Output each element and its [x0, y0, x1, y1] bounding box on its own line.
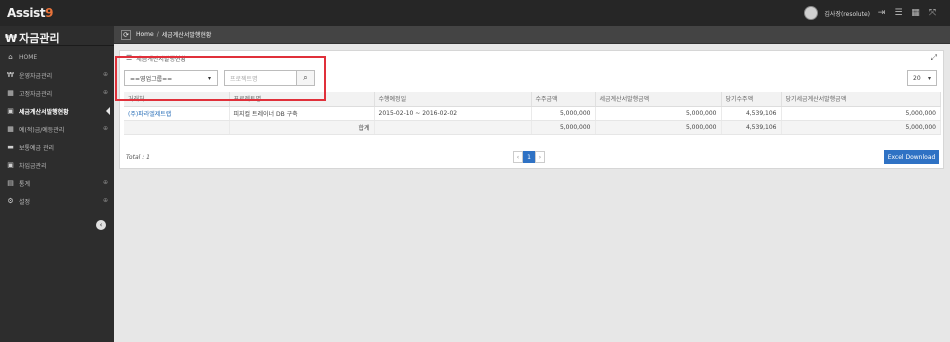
expand-panel-icon[interactable]: ⤢: [931, 53, 937, 63]
refresh-icon[interactable]: ⟳: [121, 29, 131, 40]
avatar[interactable]: [804, 6, 819, 20]
column-header[interactable]: 당기수주액: [721, 92, 782, 107]
total-count: Total : 1: [126, 154, 150, 161]
table-cell: 피지컬 트레이너 DB 구축: [229, 106, 375, 121]
sidebar-item-ordinary-deposit[interactable]: ▬ 보통예금 관리: [0, 138, 114, 156]
expand-icon[interactable]: ⊕: [103, 179, 108, 186]
table-cell: 5,000,000: [531, 106, 596, 121]
sidebar-item-settings[interactable]: ⚙ 설정 ⊕: [0, 192, 114, 210]
menu-icon[interactable]: ☰: [893, 8, 904, 19]
calendar-icon: ▦: [7, 89, 14, 97]
breadcrumb-home[interactable]: Home: [136, 31, 154, 38]
invoice-icon: ▣: [7, 161, 14, 169]
calendar-icon: ▦: [7, 125, 14, 133]
collapse-sidebar-icon[interactable]: ‹: [96, 220, 106, 230]
logout-icon[interactable]: ⇥: [876, 8, 887, 19]
sidebar-item-home[interactable]: ⌂ HOME: [0, 48, 114, 66]
sidebar-item-fixed-funds[interactable]: ▦ 고정자금관리 ⊕: [0, 84, 114, 102]
fullscreen-icon[interactable]: ⤧: [927, 8, 938, 19]
invoice-icon: ▣: [7, 107, 14, 115]
table-cell: 2015-02-10 ~ 2016-02-02: [374, 106, 532, 121]
next-page-button[interactable]: ›: [535, 151, 545, 163]
sum-cell: 4,539,106: [721, 120, 782, 135]
column-header[interactable]: 수행예정일: [374, 92, 532, 107]
client-link[interactable]: (주)파라엘제트랩: [124, 106, 230, 121]
home-icon: ⌂: [8, 53, 13, 61]
page-size-select[interactable]: 20 ▾: [907, 70, 937, 86]
breadcrumb-current: 세금계산서발행현황: [161, 32, 212, 39]
sum-cell: 5,000,000: [595, 120, 722, 135]
breadcrumb: ⟳ Home / 세금계산서발행현황: [114, 26, 950, 44]
expand-icon[interactable]: ⊕: [103, 125, 108, 132]
sum-cell: 5,000,000: [781, 120, 941, 135]
breadcrumb-separator: /: [156, 31, 159, 38]
column-header[interactable]: 세금계산서발행금액: [595, 92, 722, 107]
sum-cell: 5,000,000: [531, 120, 596, 135]
top-right-controls: 김사장(resolute) ⇥ ☰ ▦ ⤧: [804, 5, 938, 21]
sidebar-item-operating-funds[interactable]: ₩ 운영자금관리 ⊕: [0, 66, 114, 84]
won-icon: ₩: [5, 32, 18, 45]
table-cell: [124, 120, 230, 135]
gears-icon: ⚙: [7, 197, 14, 205]
table-cell: 4,539,106: [721, 106, 782, 121]
sidebar-item-tax-invoice[interactable]: ▣ 세금계산서발행현황: [0, 102, 114, 120]
expand-icon[interactable]: ⊕: [103, 89, 108, 96]
expand-icon[interactable]: ⊕: [103, 197, 108, 204]
sidebar: ₩ 자금관리 ⌂ HOME ₩ 운영자금관리 ⊕ ▦ 고정자금관리 ⊕ ▣ 세금계산서발행현황…: [0, 26, 114, 342]
chevron-down-icon: ▾: [927, 75, 931, 82]
sidebar-item-borrowings[interactable]: ▣ 차입금관리: [0, 156, 114, 174]
top-bar: Assist9 김사장(resolute) ⇥ ☰ ▦ ⤧: [0, 0, 950, 26]
table-footer: Total : 1 ‹ 1 › Excel Download: [124, 150, 941, 166]
sidebar-divider: [0, 45, 114, 46]
chart-icon: ▤: [7, 179, 14, 187]
page-button-current[interactable]: 1: [523, 151, 535, 163]
sum-label: 합계: [229, 120, 375, 135]
table-sum-row: 합계 5,000,000 5,000,000 4,539,106 5,000,0…: [124, 120, 941, 135]
table-cell: 5,000,000: [781, 106, 941, 121]
excel-download-button[interactable]: Excel Download: [884, 150, 939, 164]
expand-icon[interactable]: ⊕: [103, 71, 108, 78]
table-row: (주)파라엘제트랩 피지컬 트레이너 DB 구축 2015-02-10 ~ 20…: [124, 106, 941, 121]
table-cell: [374, 120, 532, 135]
active-caret-icon: [106, 107, 110, 115]
column-header[interactable]: 수주금액: [531, 92, 596, 107]
pagination: ‹ 1 ›: [513, 151, 545, 163]
sidebar-title[interactable]: ₩ 자금관리: [5, 30, 60, 46]
table-cell: 5,000,000: [595, 106, 722, 121]
user-name[interactable]: 김사장(resolute): [824, 9, 870, 18]
brand-logo[interactable]: Assist9: [7, 6, 54, 20]
column-header[interactable]: 당기세금계산서발행금액: [781, 92, 941, 107]
sidebar-item-deposits[interactable]: ▦ 예(적)금/예등관리 ⊕: [0, 120, 114, 138]
sidebar-item-statistics[interactable]: ▤ 통계 ⊕: [0, 174, 114, 192]
highlight-box: [115, 56, 326, 101]
sidebar-menu: ⌂ HOME ₩ 운영자금관리 ⊕ ▦ 고정자금관리 ⊕ ▣ 세금계산서발행현황 ▦ 예(적)…: [0, 48, 114, 210]
car-icon: ▬: [7, 143, 14, 151]
grid-icon[interactable]: ▦: [910, 8, 921, 19]
prev-page-button[interactable]: ‹: [513, 151, 523, 163]
won-icon: ₩: [7, 71, 14, 79]
